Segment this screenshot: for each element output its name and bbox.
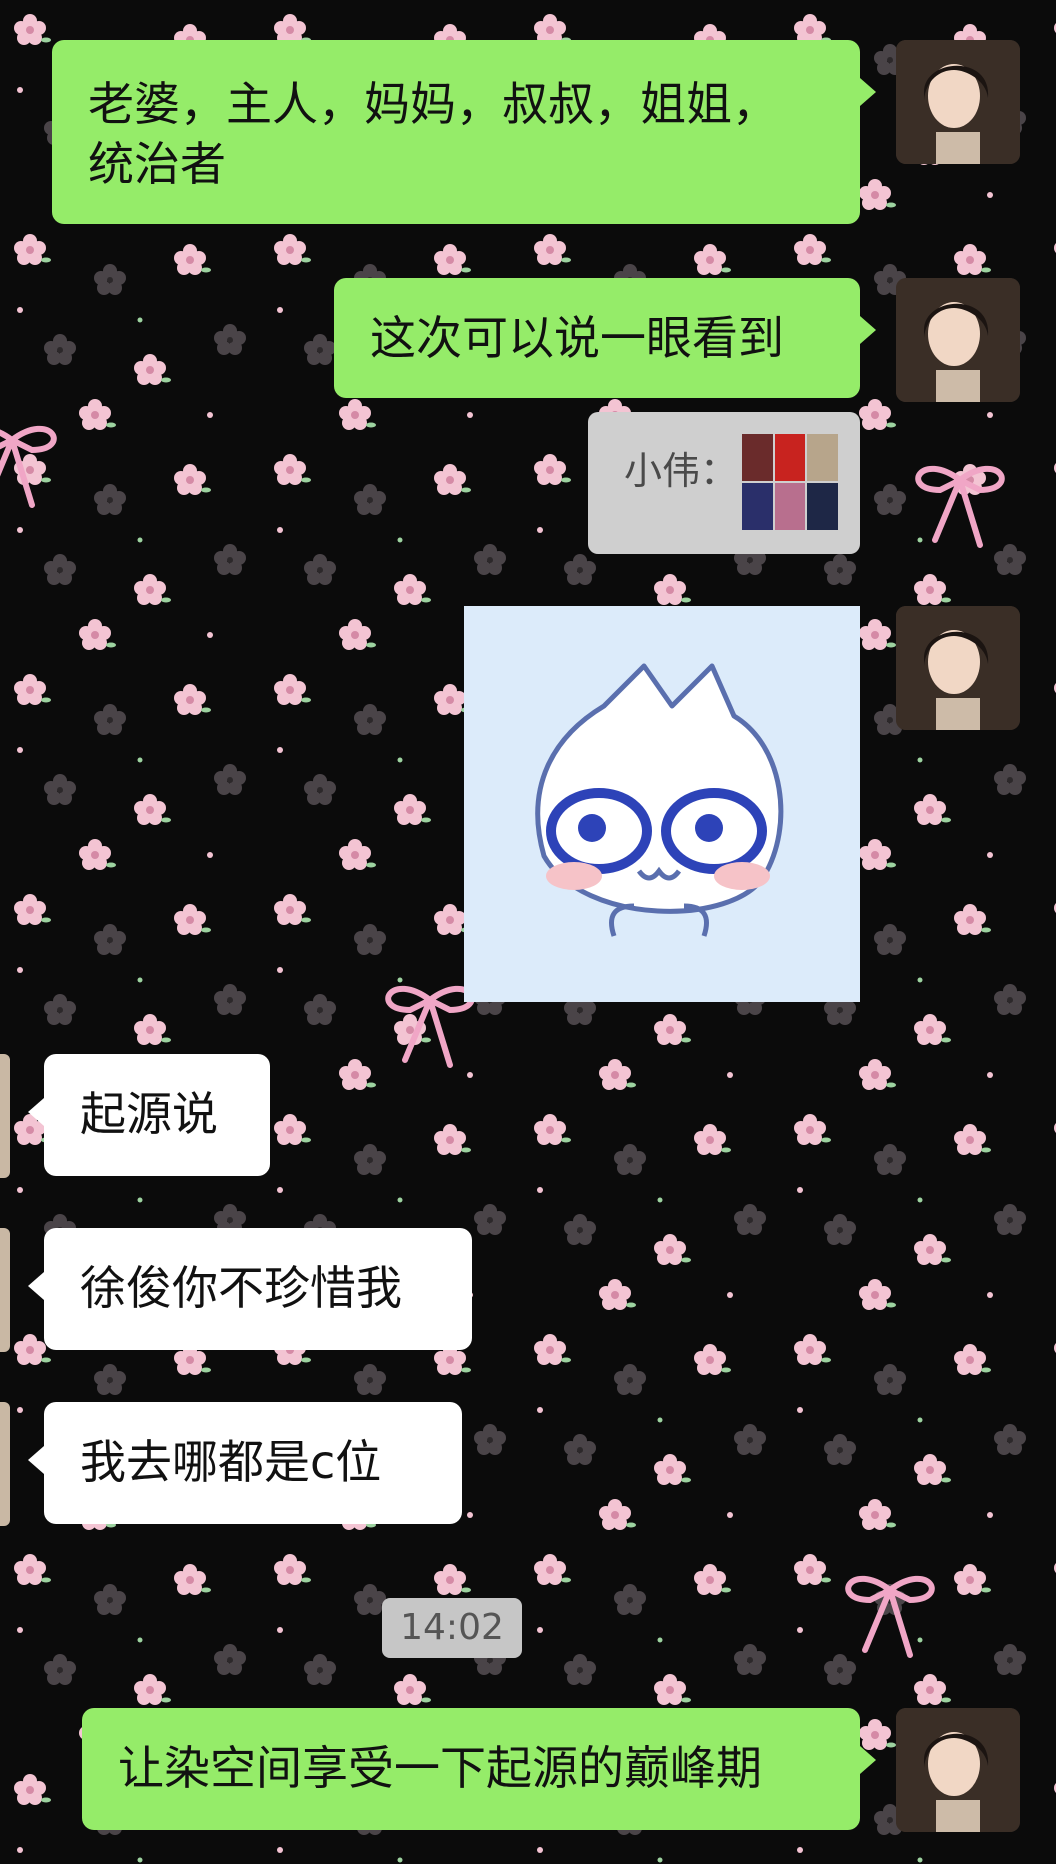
contact-avatar[interactable] bbox=[0, 1228, 10, 1352]
message-bubble-outgoing[interactable]: 这次可以说一眼看到 bbox=[334, 278, 876, 398]
user-avatar[interactable] bbox=[896, 278, 1020, 402]
user-avatar[interactable] bbox=[896, 1708, 1020, 1832]
user-avatar[interactable] bbox=[896, 40, 1020, 164]
message-bubble-incoming[interactable]: 起源说 bbox=[28, 1054, 270, 1176]
message-bubble-incoming[interactable]: 我去哪都是c位 bbox=[28, 1402, 462, 1524]
contact-avatar[interactable] bbox=[0, 1402, 10, 1526]
message-text: 这次可以说一眼看到 bbox=[370, 311, 784, 365]
message-timestamp: 14:02 bbox=[382, 1598, 522, 1658]
message-text: 老婆，主人，妈妈，叔叔，姐姐， bbox=[88, 77, 778, 131]
message-bubble-outgoing[interactable]: 老婆，主人，妈妈，叔叔，姐姐， 统治者 bbox=[52, 40, 876, 224]
message-bubble-incoming[interactable]: 徐俊你不珍惜我 bbox=[28, 1228, 472, 1350]
crying-cat-sticker[interactable] bbox=[464, 606, 860, 1002]
message-text: 徐俊你不珍惜我 bbox=[80, 1261, 402, 1315]
message-text: 让染空间享受一下起源的巅峰期 bbox=[118, 1741, 762, 1795]
message-text: 起源说 bbox=[80, 1087, 218, 1141]
quoted-sender-label: 小伟： bbox=[624, 449, 739, 493]
image-thumbnail[interactable] bbox=[742, 434, 838, 530]
contact-avatar[interactable] bbox=[0, 1054, 10, 1178]
user-avatar[interactable] bbox=[896, 606, 1020, 730]
message-text: 我去哪都是c位 bbox=[80, 1435, 382, 1489]
message-text: 统治者 bbox=[88, 137, 226, 191]
message-bubble-outgoing[interactable]: 让染空间享受一下起源的巅峰期 bbox=[82, 1708, 876, 1830]
quoted-message[interactable]: 小伟： bbox=[588, 412, 860, 554]
